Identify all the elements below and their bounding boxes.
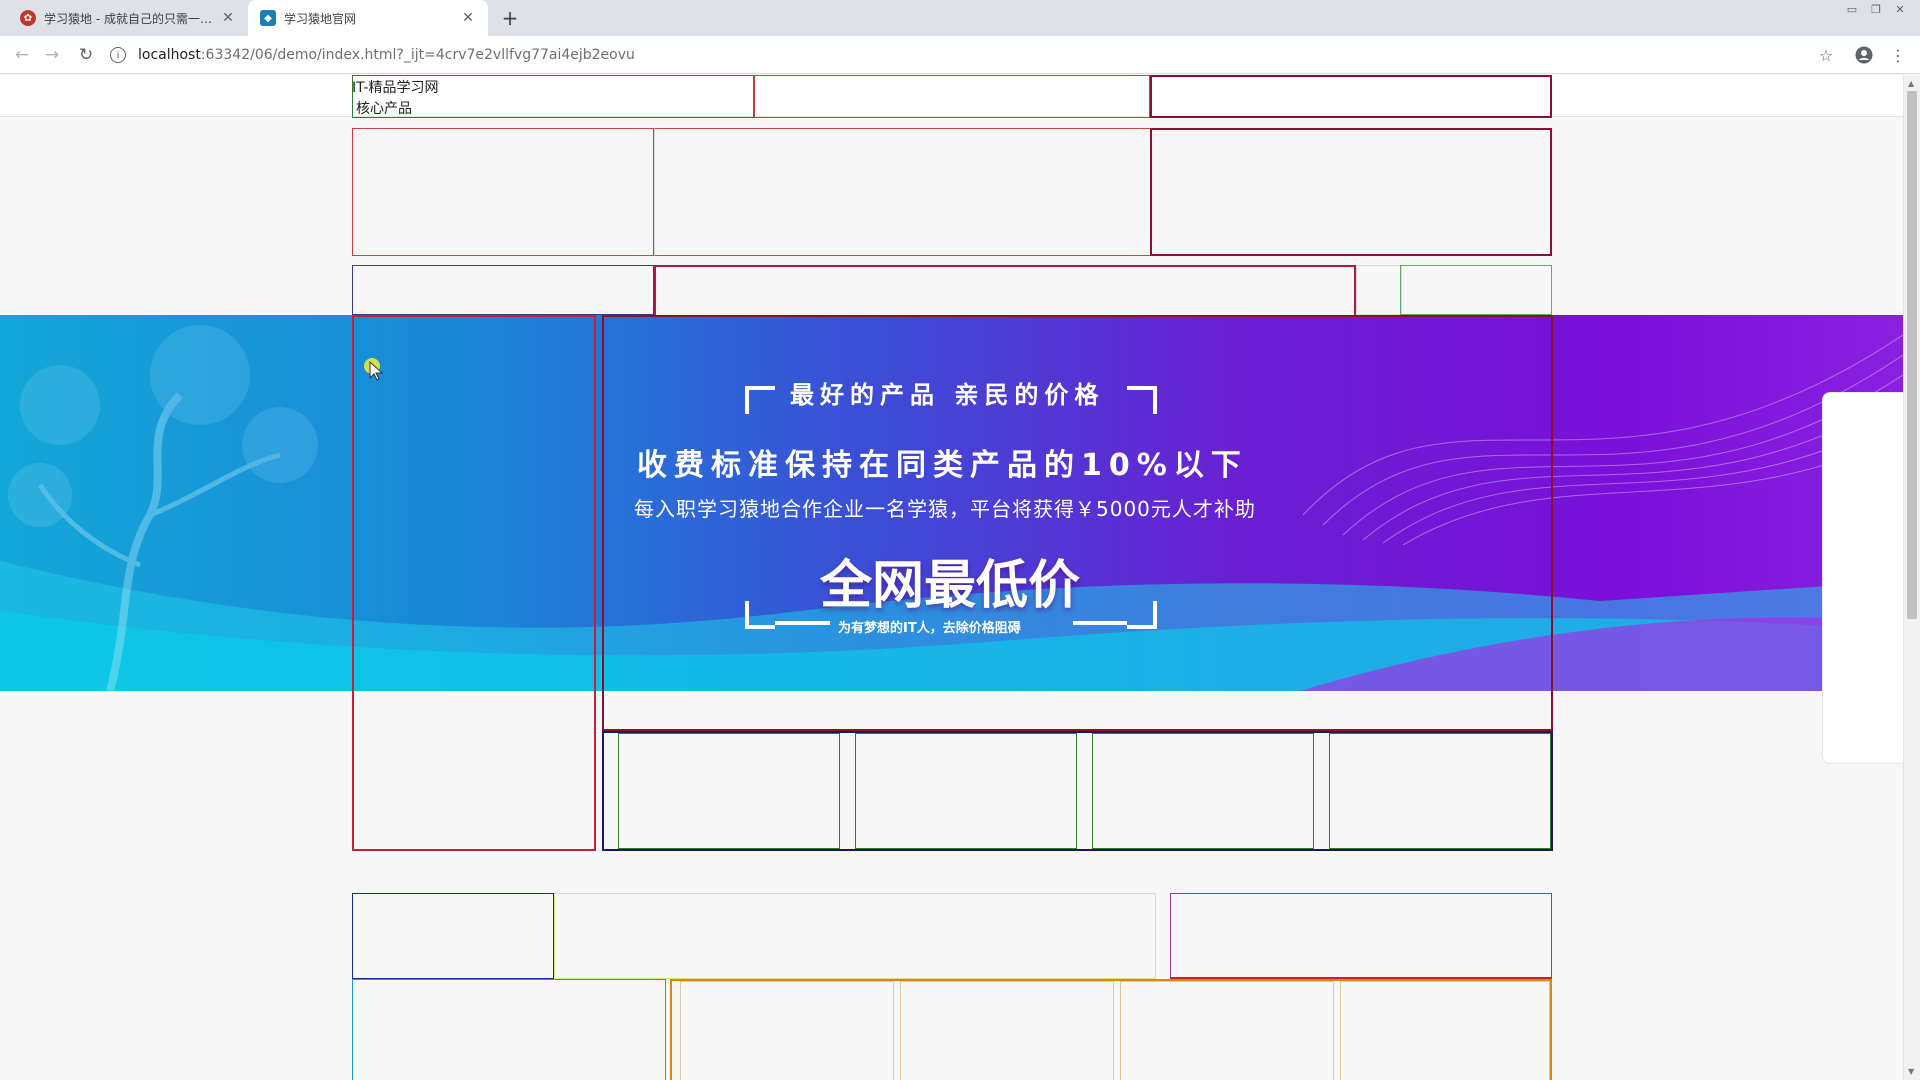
menu-gap-box	[1356, 265, 1402, 315]
url-host: localhost	[138, 47, 201, 63]
account-svg	[1855, 46, 1873, 64]
browser-tab[interactable]: ✿ 学习猿地 - 成就自己的只需一套精品 ✕	[8, 0, 248, 36]
nav-middle-box	[654, 128, 1152, 256]
vertical-scrollbar[interactable]: ▲ ▼	[1903, 75, 1920, 1080]
menu-left-box	[352, 265, 654, 315]
tree-decoration-graphic	[8, 325, 318, 691]
url-path: :63342/06/demo/index.html?_ijt=4crv7e2vl…	[200, 47, 635, 63]
account-icon[interactable]	[1852, 43, 1876, 67]
page-viewport: IT-精品学习网 核心产品 最好的产品 亲民的价格 收费标准保持在同类产品的10…	[0, 75, 1903, 1080]
forward-arrow-icon[interactable]: →	[40, 43, 64, 67]
header-right-box	[1150, 75, 1552, 118]
address-bar[interactable]: i localhost:63342/06/demo/index.html?_ij…	[110, 41, 1810, 69]
ape-logo-icon: ✿	[20, 10, 36, 26]
bookmark-star-icon[interactable]: ☆	[1814, 43, 1838, 67]
info-icon[interactable]: i	[110, 47, 126, 63]
scroll-down-arrow-icon[interactable]: ▼	[1908, 1067, 1914, 1076]
site-logo-text[interactable]: IT-精品学习网	[352, 78, 438, 98]
back-arrow-icon[interactable]: ←	[10, 43, 34, 67]
lower-right-box	[1170, 893, 1552, 979]
course-card	[900, 981, 1114, 1080]
feature-card	[1092, 733, 1314, 849]
browser-tab-active[interactable]: ◆ 学习猿地官网 ✕	[248, 0, 488, 36]
kebab-menu-icon[interactable]: ⋮	[1886, 43, 1910, 67]
minimize-icon[interactable]: ▭	[1840, 0, 1864, 18]
feature-card	[618, 733, 840, 849]
close-window-icon[interactable]: ✕	[1888, 0, 1912, 18]
menu-right-box	[1400, 265, 1552, 315]
close-icon[interactable]: ✕	[220, 10, 236, 26]
tab-title: 学习猿地 - 成就自己的只需一套精品	[44, 11, 220, 26]
mouse-cursor-icon	[364, 358, 384, 381]
header-middle-box	[754, 75, 1150, 118]
course-card	[1340, 981, 1550, 1080]
nav-left-box	[352, 128, 654, 256]
course-left-box	[352, 979, 666, 1080]
course-card	[1120, 981, 1334, 1080]
nav-right-box	[1150, 128, 1552, 256]
banner-slider-box	[602, 315, 1553, 731]
browser-tab-bar: ✿ 学习猿地 - 成就自己的只需一套精品 ✕ ◆ 学习猿地官网 ✕ + ▭ ❐ …	[0, 0, 1920, 36]
core-product-label[interactable]: 核心产品	[356, 99, 412, 119]
window-controls: ▭ ❐ ✕	[1840, 0, 1912, 20]
right-floating-panel[interactable]	[1822, 392, 1903, 764]
lower-middle-box	[554, 893, 1156, 979]
reload-icon[interactable]: ↻	[74, 43, 98, 67]
course-card	[680, 981, 894, 1080]
browser-toolbar: ← → ↻ i localhost:63342/06/demo/index.ht…	[0, 36, 1920, 74]
ape-site-icon: ◆	[260, 10, 276, 26]
restore-icon[interactable]: ❐	[1864, 0, 1888, 18]
scrollbar-thumb[interactable]	[1907, 91, 1917, 619]
feature-card	[855, 733, 1077, 849]
category-sidebar-box	[352, 315, 596, 851]
scroll-up-arrow-icon[interactable]: ▲	[1908, 79, 1914, 88]
menu-middle-box	[654, 265, 1356, 315]
feature-card	[1329, 733, 1551, 849]
lower-left-box	[352, 893, 554, 979]
new-tab-button[interactable]: +	[498, 6, 522, 30]
close-icon[interactable]: ✕	[460, 10, 476, 26]
tab-title: 学习猿地官网	[284, 11, 357, 26]
